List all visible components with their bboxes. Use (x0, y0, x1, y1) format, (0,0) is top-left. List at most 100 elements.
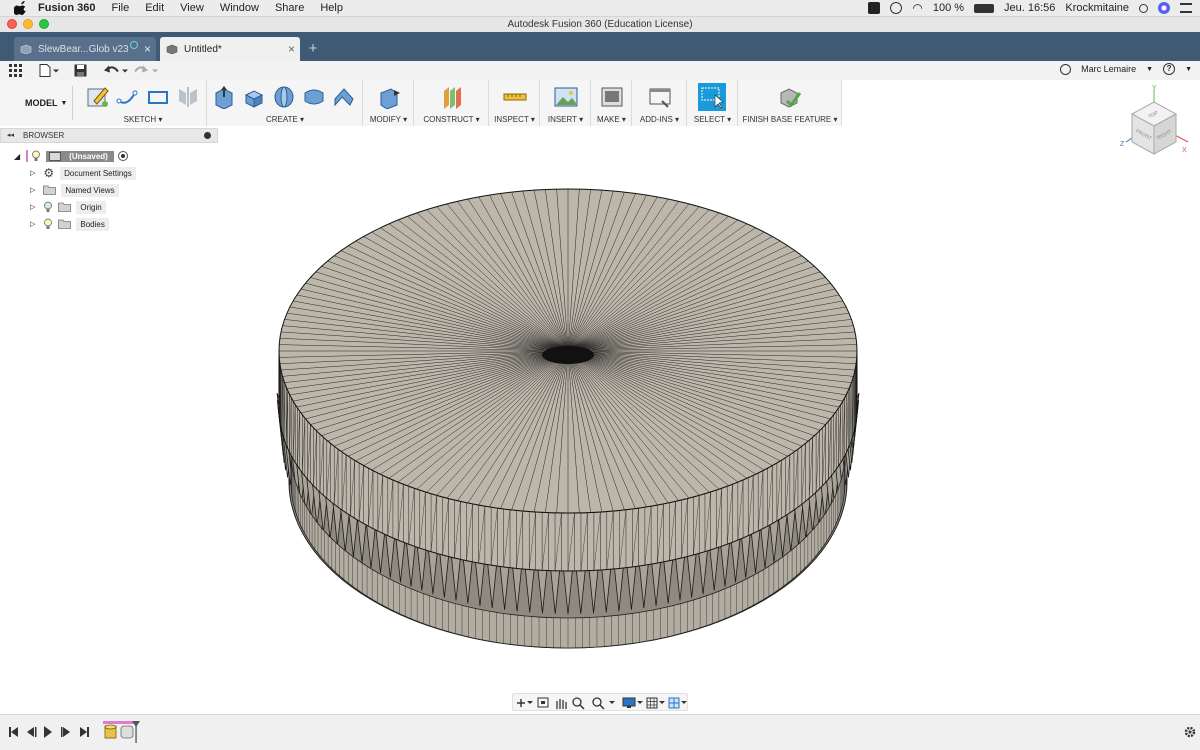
close-icon[interactable]: × (288, 42, 295, 56)
viewcube[interactable]: TOP FRONT RIGHT Y Z X (1118, 84, 1190, 162)
lightbulb-icon[interactable] (43, 201, 53, 213)
notifications-icon[interactable] (1180, 3, 1192, 13)
expand-triangle-icon[interactable]: ▷ (30, 186, 35, 194)
grid-icon[interactable] (9, 63, 22, 78)
spotlight-icon[interactable] (1139, 3, 1148, 13)
collapse-panel-icon[interactable]: ◂◂ (7, 129, 14, 142)
mirror-icon[interactable] (176, 85, 200, 109)
pin-icon[interactable] (204, 132, 211, 139)
3d-print-icon[interactable] (600, 85, 624, 109)
help-icon[interactable]: ? (1163, 63, 1176, 75)
expand-triangle-icon[interactable]: ◢ (14, 152, 20, 161)
workspace-switcher[interactable]: MODEL ▼ (7, 86, 73, 120)
file-icon[interactable] (38, 63, 60, 78)
display-settings-icon[interactable] (622, 697, 643, 708)
group-label-add-ins[interactable]: ADD-INS ▾ (633, 115, 686, 124)
tree-item-document-settings[interactable]: ▷ ⚙ Document Settings (30, 166, 136, 180)
group-label-finish-base-feature[interactable]: FINISH BASE FEATURE ▾ (739, 115, 841, 124)
traffic-close[interactable] (7, 19, 17, 29)
lightbulb-icon[interactable] (43, 218, 53, 230)
expand-triangle-icon[interactable]: ▷ (30, 220, 35, 228)
apple-icon[interactable] (14, 1, 28, 15)
scripts-icon[interactable] (648, 85, 672, 109)
user-account-menu[interactable]: Marc Lemaire (1081, 64, 1136, 74)
group-label-make[interactable]: MAKE ▾ (592, 115, 631, 124)
timeline-feature-base[interactable] (103, 721, 135, 739)
orbit-icon[interactable] (517, 699, 533, 707)
wifi-icon[interactable]: ◠ (912, 1, 922, 15)
timeline-settings-gear-icon[interactable] (1184, 726, 1196, 738)
traffic-minimize[interactable] (23, 19, 33, 29)
group-label-sketch[interactable]: SKETCH ▾ (80, 115, 206, 124)
browser-header[interactable]: ◂◂ BROWSER (0, 128, 218, 143)
traffic-zoom[interactable] (39, 19, 49, 29)
select-button[interactable] (698, 83, 726, 111)
create-sketch-icon[interactable] (86, 85, 110, 109)
group-label-insert[interactable]: INSERT ▾ (541, 115, 590, 124)
model-viewport[interactable] (220, 130, 1100, 690)
menu-file[interactable]: File (111, 2, 129, 14)
revolve-icon[interactable] (272, 85, 296, 109)
group-label-create[interactable]: CREATE ▾ (208, 115, 362, 124)
step-forward-icon[interactable] (61, 727, 70, 737)
tree-item-origin[interactable]: ▷ Origin (30, 200, 106, 214)
group-label-select[interactable]: SELECT ▾ (688, 115, 737, 124)
save-icon[interactable] (74, 63, 87, 78)
box-icon[interactable] (242, 85, 266, 109)
lightbulb-icon[interactable] (31, 150, 41, 162)
menu-window[interactable]: Window (220, 2, 259, 14)
new-tab-button[interactable]: + (305, 40, 321, 58)
zoom-window-icon[interactable] (572, 697, 585, 710)
close-icon[interactable]: × (144, 42, 151, 56)
expand-triangle-icon[interactable]: ▷ (30, 169, 35, 177)
tab-label: Untitled* (184, 43, 222, 55)
user-menu[interactable]: Krockmitaine (1065, 2, 1129, 14)
activate-radio-icon[interactable] (117, 151, 128, 161)
fit-icon[interactable] (592, 697, 615, 710)
loft-icon[interactable] (332, 85, 356, 109)
viewports-icon[interactable] (668, 697, 687, 709)
bt-status-icon[interactable] (868, 2, 881, 14)
insert-image-icon[interactable] (554, 85, 578, 109)
expand-triangle-icon[interactable]: ▷ (30, 203, 35, 211)
tree-item-bodies[interactable]: ▷ Bodies (30, 217, 109, 231)
look-at-icon[interactable] (537, 697, 549, 708)
tab-untitled[interactable]: Untitled* × (160, 37, 300, 61)
grid-settings-icon[interactable] (646, 697, 665, 709)
offset-plane-icon[interactable] (440, 85, 464, 109)
rectangle-icon[interactable] (146, 85, 170, 109)
go-to-end-icon[interactable] (80, 727, 89, 737)
group-label-inspect[interactable]: INSPECT ▾ (490, 115, 539, 124)
menu-help[interactable]: Help (320, 2, 343, 14)
undo-icon[interactable] (103, 63, 128, 78)
group-label-construct[interactable]: CONSTRUCT ▾ (415, 115, 488, 124)
menu-share[interactable]: Share (275, 2, 304, 14)
step-back-icon[interactable] (27, 727, 37, 737)
extrude-icon[interactable] (212, 85, 236, 109)
menu-edit[interactable]: Edit (145, 2, 164, 14)
pan-hand-icon[interactable] (556, 699, 567, 709)
time-machine-icon[interactable] (890, 2, 903, 14)
line-icon[interactable] (115, 85, 139, 109)
clock-text[interactable]: Jeu. 16:56 (1004, 2, 1055, 14)
clock-icon[interactable] (1060, 63, 1072, 75)
tree-item-named-views[interactable]: ▷ Named Views (30, 183, 119, 197)
press-pull-icon[interactable] (377, 85, 401, 109)
tree-item-label: Bodies (76, 217, 109, 231)
tab-slewbear[interactable]: SlewBear...Glob v23 × (14, 37, 156, 61)
menu-app-name[interactable]: Fusion 360 (38, 2, 95, 14)
go-to-start-icon[interactable] (9, 727, 18, 737)
play-icon[interactable] (44, 726, 52, 738)
help-chevron-icon[interactable]: ▼ (1185, 66, 1192, 73)
finish-base-feature-icon[interactable] (777, 85, 801, 109)
battery-icon[interactable] (974, 3, 995, 13)
menu-view[interactable]: View (180, 2, 204, 14)
user-menu-chevron-icon[interactable]: ▼ (1146, 66, 1153, 73)
redo-icon[interactable] (133, 63, 158, 78)
group-label-modify[interactable]: MODIFY ▾ (364, 115, 413, 124)
sweep-icon[interactable] (302, 85, 326, 109)
siri-icon[interactable] (1158, 2, 1170, 14)
measure-icon[interactable] (503, 85, 527, 109)
axis-x-label: X (1182, 147, 1187, 154)
tree-root-unsaved[interactable]: ◢ (Unsaved) (14, 149, 128, 163)
